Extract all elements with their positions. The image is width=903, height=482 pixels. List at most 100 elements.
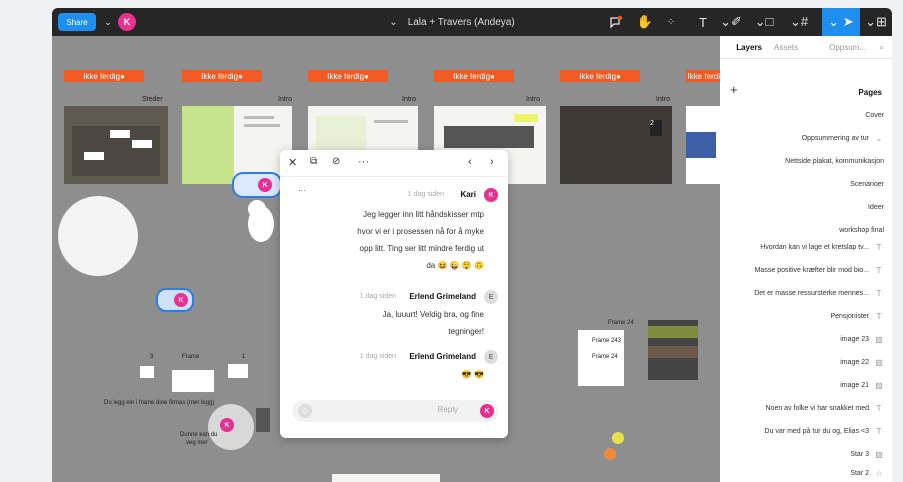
- layer-item[interactable]: image 21 ▨: [840, 378, 884, 392]
- frame-status-tag[interactable]: Ikke ferdig ●: [434, 70, 514, 82]
- send-avatar[interactable]: K: [480, 404, 494, 418]
- mindmap-sticker[interactable]: [58, 196, 138, 276]
- layer-item[interactable]: Hvordan kan vi lage et kretslap tv... T: [760, 240, 884, 254]
- page-item[interactable]: Nettside plakat, kommunikasjon: [785, 154, 884, 168]
- search-icon[interactable]: ⌕: [880, 43, 884, 53]
- frame-grid-icon[interactable]: ⌄⊞: [862, 8, 890, 36]
- layer-label: Noen av folke vi har snakket med: [765, 404, 870, 412]
- canvas-label: Du legg ein i frame dine firmas (mer leg…: [104, 400, 215, 406]
- frame-tag-label: Ikke ferdig: [579, 71, 617, 81]
- cursor-badge[interactable]: K: [232, 172, 282, 198]
- components-icon[interactable]: ⁘: [660, 8, 682, 36]
- add-page-button[interactable]: +: [730, 82, 738, 97]
- image-layer-icon: ▨: [875, 357, 883, 367]
- frame-name[interactable]: Intro: [656, 96, 670, 103]
- page-item[interactable]: Cover: [865, 108, 884, 122]
- layer-item[interactable]: image 22 ▨: [840, 355, 884, 369]
- file-title[interactable]: ⌄ Lala + Travers (Andeya): [342, 8, 562, 36]
- layer-item[interactable]: Det er masse ressursterke mennes... T: [754, 286, 884, 300]
- move-icon: ⌄ ➤: [828, 14, 854, 29]
- frame-name[interactable]: Intro: [278, 96, 292, 103]
- collaborator-avatar: K: [258, 178, 272, 192]
- frame-thumbnail[interactable]: 2: [560, 106, 672, 184]
- hand-icon[interactable]: ✋: [634, 8, 656, 36]
- comment-time: 1 dag siden: [359, 353, 396, 360]
- canvas-label: Dunne kan du: [180, 432, 218, 438]
- previous-icon[interactable]: ‹: [468, 156, 472, 168]
- layer-item[interactable]: Star 2 ☆: [850, 466, 884, 480]
- comment-author: Kari: [460, 190, 476, 199]
- page-item[interactable]: Oppsummering av tur ⌄: [802, 131, 884, 145]
- sticker[interactable]: [248, 206, 274, 242]
- frame-status-tag[interactable]: Ikke ferdig ●: [560, 70, 640, 82]
- emoji-icon[interactable]: ☺: [298, 404, 312, 418]
- canvas-shape[interactable]: [140, 366, 154, 378]
- title-chevron-icon: ⌄: [389, 16, 398, 28]
- reply-input[interactable]: ☺ Reply K: [292, 400, 498, 422]
- tab-layers[interactable]: Layers: [736, 43, 762, 52]
- frame-name[interactable]: Intro: [526, 96, 540, 103]
- sticker[interactable]: [604, 448, 616, 460]
- more-icon[interactable]: ···: [358, 156, 369, 168]
- message-more-icon[interactable]: ···: [298, 186, 306, 195]
- page-item[interactable]: Ideer: [868, 200, 884, 214]
- canvas-label: veg mer: [186, 440, 208, 446]
- user-avatar[interactable]: K: [118, 13, 136, 31]
- panel-tabs: Layers Assets Oppsum... ⌕: [720, 36, 892, 59]
- frame-status-tag[interactable]: Ikke ferdig: [686, 70, 720, 82]
- layer-item[interactable]: Masse positive kræfter blir mod bio... T: [755, 263, 884, 277]
- app-window: Share ⌄ K ⌄ Lala + Travers (Andeya) ✋ ⁘ …: [52, 8, 892, 482]
- frame-name[interactable]: Steder: [142, 96, 163, 103]
- page-item[interactable]: workshop final: [839, 223, 884, 237]
- layer-label: Du var med på tur du og, Elias <3: [764, 427, 869, 435]
- frame-status-tag[interactable]: Ikke ferdig ●: [308, 70, 388, 82]
- comment-line: tegninger!: [448, 327, 484, 336]
- frame-thumbnail[interactable]: Frame 243 Frame 24: [578, 330, 624, 386]
- file-name: Lala + Travers (Andeya): [407, 16, 515, 28]
- open-in-icon[interactable]: ⧉: [310, 156, 317, 167]
- close-icon[interactable]: ✕: [288, 156, 297, 169]
- canvas-shape[interactable]: [228, 364, 248, 378]
- layer-item[interactable]: Noen av folke vi har snakket med T: [766, 401, 885, 415]
- layer-label: Det er masse ressursterke mennes...: [754, 289, 869, 297]
- sticker[interactable]: [612, 432, 624, 444]
- layer-item[interactable]: Du var med på tur du og, Elias <3 T: [765, 424, 884, 438]
- layer-label: Masse positive kræfter blir mod bio...: [754, 266, 869, 274]
- cursor-badge[interactable]: K: [156, 288, 194, 312]
- comment-author: Erlend Grimeland: [409, 352, 476, 361]
- sticker[interactable]: K: [208, 404, 254, 450]
- frame-thumbnail[interactable]: [686, 106, 720, 184]
- comment-time: 1 dag siden: [359, 293, 396, 300]
- text-layer-icon: T: [876, 265, 882, 275]
- frame-thumbnail[interactable]: [64, 106, 168, 184]
- frame-thumbnail[interactable]: [332, 474, 440, 482]
- tab-assets[interactable]: Assets: [774, 43, 798, 52]
- layer-label: image 22: [840, 358, 869, 366]
- comment-icon[interactable]: [604, 8, 628, 36]
- canvas-shape[interactable]: [172, 370, 214, 392]
- resolve-icon[interactable]: ⊘: [332, 156, 340, 167]
- frame-name[interactable]: Intro: [402, 96, 416, 103]
- page-label: Oppsummering av tur: [801, 134, 869, 142]
- frame-thumbnail[interactable]: [648, 320, 698, 380]
- page-item[interactable]: Scenarioer: [850, 177, 884, 191]
- share-button[interactable]: Share: [58, 13, 96, 31]
- pen-icon[interactable]: ⌄✐: [718, 8, 744, 36]
- frame-status-tag[interactable]: Ikke ferdig ●: [64, 70, 144, 82]
- text-icon[interactable]: T: [692, 8, 714, 36]
- chevron-down-icon: ⌄: [875, 133, 883, 143]
- layer-item[interactable]: Pensjonister T: [830, 309, 884, 323]
- collaborator-avatar: K: [220, 418, 234, 432]
- pages-header: Pages: [858, 88, 882, 97]
- chevron-down-icon[interactable]: ⌄: [102, 8, 114, 36]
- next-icon[interactable]: ›: [490, 156, 494, 168]
- layer-item[interactable]: image 23 ▨: [840, 332, 884, 346]
- canvas-image[interactable]: [256, 408, 270, 432]
- tab-page[interactable]: Oppsum...: [829, 43, 866, 52]
- frame-icon[interactable]: ⌄#: [784, 8, 814, 36]
- frame-status-tag[interactable]: Ikke ferdig ●: [182, 70, 262, 82]
- page-label: workshop final: [839, 226, 884, 234]
- layer-item[interactable]: Star 3 ▨: [850, 447, 884, 461]
- shape-icon[interactable]: ⌄□: [750, 8, 778, 36]
- move-tool-button[interactable]: ⌄ ➤: [822, 8, 860, 36]
